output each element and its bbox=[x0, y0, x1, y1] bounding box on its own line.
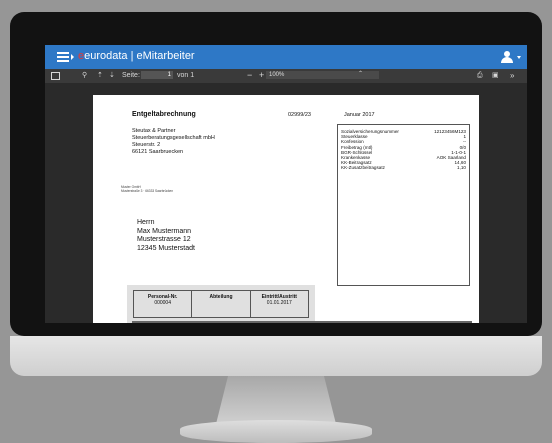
previous-page-icon[interactable]: ⇡ bbox=[97, 71, 103, 81]
app-header: eeurodata | eMitarbeiter bbox=[45, 45, 527, 69]
print-icon[interactable]: ⎙ bbox=[477, 71, 483, 81]
document-number: 02999/23 bbox=[288, 112, 311, 118]
search-icon[interactable]: ⚲ bbox=[82, 71, 87, 81]
chevron-icon: ⌃ bbox=[357, 71, 363, 77]
brand-text: eurodata | eMitarbeiter bbox=[84, 50, 195, 62]
page-number-input[interactable]: 1 bbox=[141, 71, 173, 79]
table-divider bbox=[132, 321, 472, 323]
pdf-page: Entgeltabrechnung 02999/23 Januar 2017 S… bbox=[93, 95, 479, 323]
pdf-toolbar: ⚲ ⇡ ⇣ Seite: 1 von 1 − + 100% ⌃ ⎙ ▣ » bbox=[45, 69, 527, 83]
monitor-stand-neck bbox=[216, 376, 336, 424]
zoom-in-button[interactable]: + bbox=[259, 71, 264, 80]
page-total: von 1 bbox=[177, 72, 195, 79]
monitor-stand-base bbox=[180, 420, 372, 443]
screen: eeurodata | eMitarbeiter ⚲ ⇡ ⇣ Seite: 1 … bbox=[45, 45, 527, 323]
abteilung-cell: Abteilung bbox=[192, 291, 251, 317]
employee-table: Personal-Nr. 000004 Abteilung Eintritt/A… bbox=[133, 290, 309, 318]
employee-info-box: Sozialversicherungsnummer 12123456M123 St… bbox=[337, 124, 470, 286]
sender-address: Steutax & Partner Steuerberatungsgesells… bbox=[132, 128, 215, 155]
recipient-address: Herrn Max Mustermann Musterstrasse 12 12… bbox=[137, 219, 195, 252]
more-tools-icon[interactable]: » bbox=[510, 71, 514, 81]
pdf-viewer[interactable]: Entgeltabrechnung 02999/23 Januar 2017 S… bbox=[45, 83, 527, 323]
menu-arrow-icon bbox=[71, 54, 74, 60]
document-title: Entgeltabrechnung bbox=[132, 111, 196, 118]
monitor-chin bbox=[10, 336, 542, 376]
personal-nr-cell: Personal-Nr. 000004 bbox=[134, 291, 193, 317]
return-address: Muster GmbH Musterstraße 3 · 66333 Saarb… bbox=[121, 185, 174, 193]
zoom-select[interactable]: 100% ⌃ bbox=[266, 71, 379, 79]
sidebar-toggle-icon[interactable] bbox=[51, 72, 60, 80]
chevron-down-icon[interactable] bbox=[517, 56, 521, 59]
document-period: Januar 2017 bbox=[344, 112, 375, 118]
zoom-out-button[interactable]: − bbox=[247, 71, 252, 80]
user-icon[interactable] bbox=[501, 51, 515, 63]
download-icon[interactable]: ▣ bbox=[492, 71, 499, 81]
menu-icon[interactable] bbox=[57, 52, 69, 62]
info-row: KK-Zusatzbeitragsatz 1,10 bbox=[341, 165, 466, 171]
monitor-bezel: eeurodata | eMitarbeiter ⚲ ⇡ ⇣ Seite: 1 … bbox=[10, 12, 542, 336]
app-brand: eeurodata | eMitarbeiter bbox=[78, 50, 195, 62]
next-page-icon[interactable]: ⇣ bbox=[109, 71, 115, 81]
page-label: Seite: bbox=[122, 72, 140, 79]
eintritt-cell: Eintritt/Austritt 01.01.2017 bbox=[261, 294, 297, 306]
zoom-value: 100% bbox=[269, 72, 285, 78]
